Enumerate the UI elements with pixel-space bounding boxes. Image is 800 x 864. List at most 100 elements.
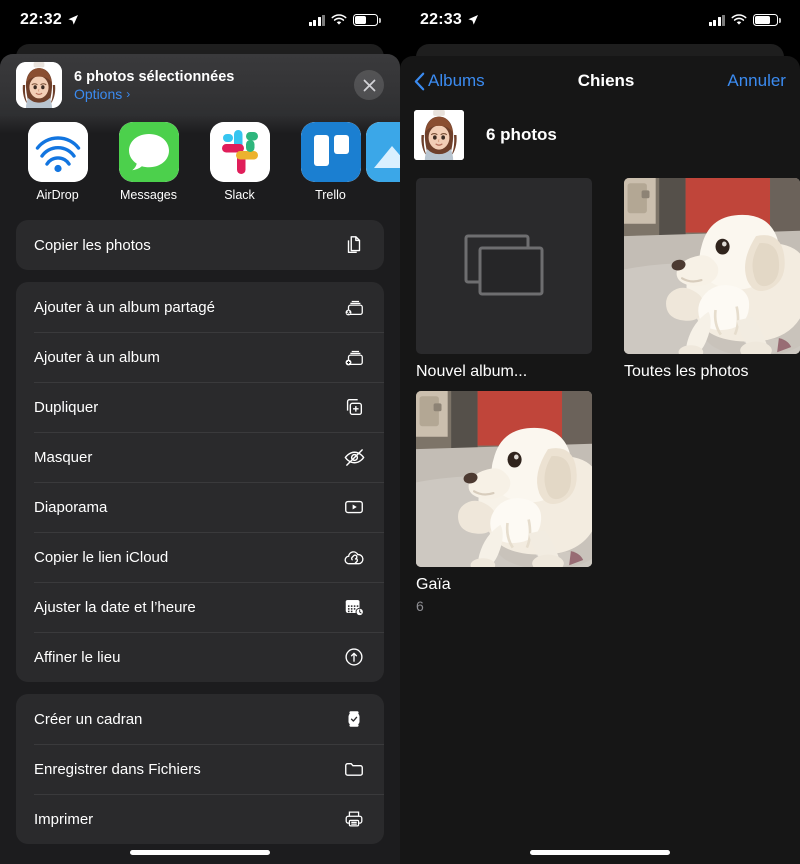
action-ajouter-album-partage[interactable]: Ajouter à un album partagé (16, 282, 384, 332)
selection-summary: 6 photos (400, 106, 800, 172)
right-screen-album-picker: 22:33 Albums Chiens Annuler 6 photos Nou… (400, 0, 800, 864)
action-imprimer[interactable]: Imprimer (16, 794, 384, 844)
share-sheet: 6 photos sélectionnées Options › AirDrop… (0, 54, 400, 864)
share-target-partial[interactable] (366, 122, 400, 202)
status-indicators-right (708, 14, 781, 26)
action-copier-lien-icloud[interactable]: Copier le lien iCloud (16, 532, 384, 582)
share-target-label: Slack (224, 188, 255, 202)
action-ajouter-album[interactable]: Ajouter à un album (16, 332, 384, 382)
action-label: Créer un cadran (34, 710, 143, 728)
action-creer-un-cadran[interactable]: Créer un cadran (16, 694, 384, 744)
slideshow-icon (342, 495, 366, 519)
cellular-bars-icon (308, 14, 325, 26)
new-album-placeholder (416, 178, 592, 354)
album-thumbnail (624, 178, 800, 354)
folder-icon (342, 757, 366, 781)
album-cell-new[interactable]: Nouvel album... (416, 178, 592, 381)
location-arrow-icon (467, 14, 479, 26)
home-indicator-left (130, 850, 270, 855)
status-time-label: 22:32 (20, 11, 62, 28)
memoji-avatar (16, 62, 62, 108)
dog-photo (416, 391, 592, 567)
calendar-clock-icon (342, 595, 366, 619)
action-label: Diaporama (34, 498, 108, 516)
options-button[interactable]: Options › (74, 86, 342, 102)
icloud-link-icon (342, 545, 366, 569)
back-label: Albums (428, 71, 485, 90)
album-count: 6 (416, 598, 424, 614)
action-affiner-le-lieu[interactable]: Affiner le lieu (16, 632, 384, 682)
album-name: Toutes les photos (624, 363, 749, 380)
close-icon[interactable] (354, 70, 384, 100)
share-target-label: Messages (120, 188, 177, 202)
album-cell-all-photos[interactable]: Toutes les photos (624, 178, 800, 381)
left-screen-share-sheet: 22:32 6 photos sélectionnées Options › A… (0, 0, 400, 864)
share-sheet-header: 6 photos sélectionnées Options › (0, 54, 400, 134)
trello-icon (300, 122, 361, 182)
share-target-airdrop[interactable]: AirDrop (12, 122, 103, 202)
action-label: Enregistrer dans Fichiers (34, 760, 201, 778)
share-target-messages[interactable]: Messages (103, 122, 194, 202)
airdrop-icon (27, 122, 88, 182)
action-group-copy: Copier les photos (16, 220, 384, 270)
share-sheet-header-text: 6 photos sélectionnées Options › (74, 69, 342, 102)
selection-title: 6 photos sélectionnées (74, 68, 235, 85)
status-time-label: 22:33 (420, 11, 462, 28)
location-arrow-icon (67, 14, 79, 26)
action-label: Ajuster la date et l’heure (34, 598, 196, 616)
battery-icon (353, 14, 381, 26)
action-label: Affiner le lieu (34, 648, 121, 666)
copy-photos-icon (342, 233, 366, 257)
action-label: Masquer (34, 448, 93, 466)
album-thumbnail (416, 391, 592, 567)
printer-icon (342, 807, 366, 831)
action-enregistrer-dans-fichiers[interactable]: Enregistrer dans Fichiers (16, 744, 384, 794)
location-pin-icon (342, 645, 366, 669)
chevron-right-icon: › (126, 86, 131, 101)
picker-navbar: Albums Chiens Annuler (400, 56, 800, 106)
status-time-left: 22:32 (20, 11, 79, 29)
action-diaporama[interactable]: Diaporama (16, 482, 384, 532)
action-label: Imprimer (34, 810, 94, 828)
action-masquer[interactable]: Masquer (16, 432, 384, 482)
dual-screenshot: 22:32 6 photos sélectionnées Options › A… (0, 0, 800, 864)
watch-face-icon (342, 707, 366, 731)
memoji-avatar (414, 110, 464, 160)
action-group-system: Créer un cadran Enregistrer dans Fichier… (16, 694, 384, 844)
shared-album-icon (342, 295, 366, 319)
album-name: Gaïa (416, 576, 451, 593)
options-label: Options (74, 85, 123, 102)
add-album-icon (342, 345, 366, 369)
slack-icon (209, 122, 270, 182)
battery-icon (753, 14, 781, 26)
status-indicators-left (308, 14, 381, 26)
share-target-label: Trello (315, 188, 346, 202)
duplicate-icon (342, 395, 366, 419)
action-label: Ajouter à un album (34, 348, 160, 366)
action-dupliquer[interactable]: Dupliquer (16, 382, 384, 432)
chevron-left-icon (414, 72, 425, 91)
home-indicator-right (530, 850, 670, 855)
status-bar-right: 22:33 (400, 0, 800, 40)
share-target-slack[interactable]: Slack (194, 122, 285, 202)
action-label: Copier le lien iCloud (34, 548, 169, 566)
action-ajuster-date-heure[interactable]: Ajuster la date et l’heure (16, 582, 384, 632)
album-cell-gaia[interactable]: Gaïa 6 (416, 391, 592, 614)
action-copier-les-photos[interactable]: Copier les photos (16, 220, 384, 270)
back-to-albums-button[interactable]: Albums (414, 71, 485, 91)
action-label: Dupliquer (34, 398, 99, 416)
selection-count-label: 6 photos (486, 125, 557, 144)
action-group-album: Ajouter à un album partagé Ajouter à un … (16, 282, 384, 682)
wifi-icon (731, 14, 747, 26)
album-picker-sheet: Albums Chiens Annuler 6 photos Nouvel al… (400, 56, 800, 864)
messages-icon (118, 122, 179, 182)
status-time-right: 22:33 (420, 11, 479, 29)
cellular-bars-icon (708, 14, 725, 26)
action-label: Copier les photos (34, 236, 151, 254)
share-target-trello[interactable]: Trello (285, 122, 376, 202)
action-label: Ajouter à un album partagé (34, 298, 215, 316)
page-title: Chiens (577, 71, 635, 90)
wifi-icon (331, 14, 347, 26)
status-bar-left: 22:32 (0, 0, 400, 40)
cancel-button[interactable]: Annuler (727, 71, 786, 91)
